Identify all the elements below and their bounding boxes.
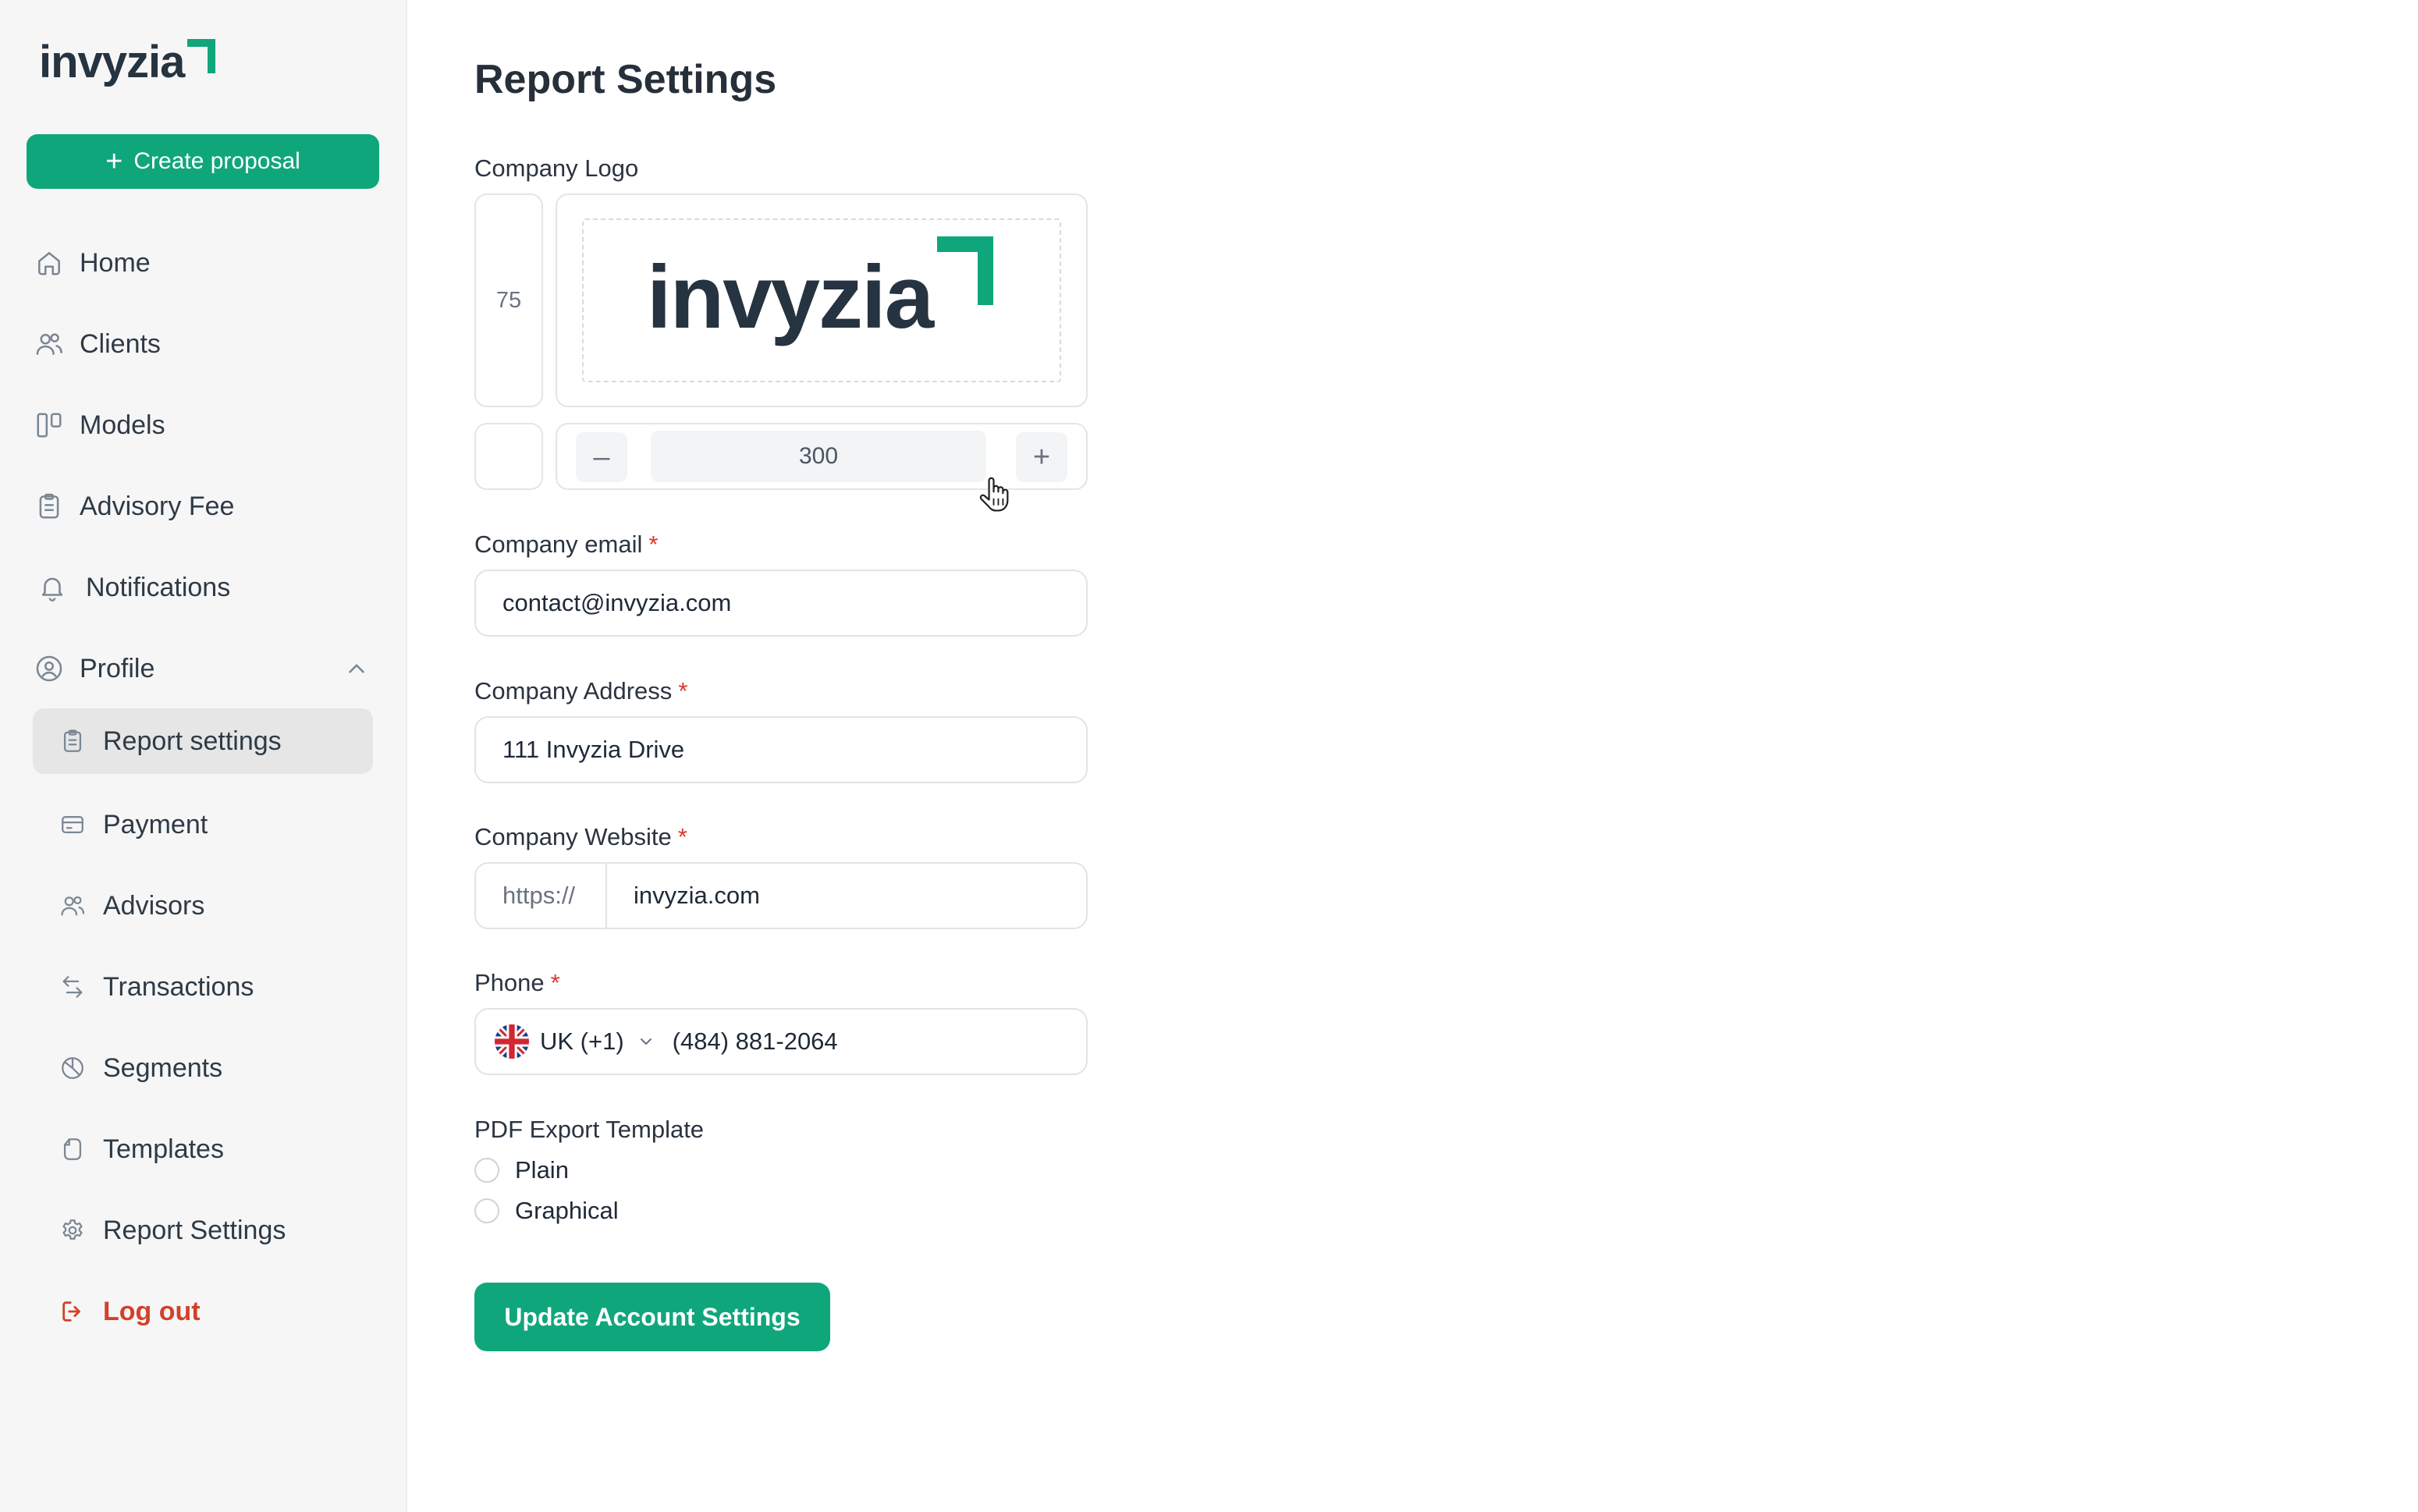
sidebar-item-label: Clients [80,328,161,359]
company-website-label: Company Website * [474,823,687,850]
sidebar-item-report-settings[interactable]: Report settings [33,708,373,774]
increment-button[interactable]: + [1016,432,1067,482]
sidebar-item-label: Transactions [103,971,254,1002]
company-logo-mark [937,236,994,305]
plus-icon: + [105,145,123,178]
country-code-select[interactable]: UK (+1) [476,1024,655,1059]
user-circle-icon [33,652,66,685]
sidebar-item-templates[interactable]: Templates [33,1123,373,1175]
logo-side-spacer [474,423,543,490]
sidebar-item-label: Segments [103,1052,223,1083]
update-account-settings-button[interactable]: Update Account Settings [474,1283,830,1351]
sidebar-item-label: Templates [103,1134,224,1164]
phone-number-value: (484) 881-2064 [672,1028,838,1055]
sidebar-item-label: Report Settings [103,1215,286,1245]
radio-button[interactable] [474,1158,499,1183]
logo-height-text: 75 [495,287,522,313]
chevron-up-icon[interactable] [343,655,370,682]
company-address-label: Company Address * [474,677,688,705]
country-code-value: UK (+1) [540,1028,624,1055]
sidebar-item-models[interactable]: Models [33,399,373,451]
radio-option-graphical[interactable]: Graphical [474,1197,619,1225]
required-marker: * [678,677,688,705]
sidebar-item-segments[interactable]: Segments [33,1042,373,1094]
company-website-value: invyzia.com [634,882,760,909]
required-marker: * [677,823,687,850]
website-prefix: https:// [476,864,607,928]
company-logo-text: invyzia [646,248,934,347]
file-icon [58,1134,87,1164]
phone-label: Phone * [474,969,560,996]
submit-label: Update Account Settings [504,1302,801,1331]
gear-icon [58,1216,87,1245]
create-proposal-button[interactable]: + Create proposal [27,134,379,189]
decrement-button[interactable]: – [576,432,627,482]
radio-label: Graphical [515,1197,619,1224]
users-icon [58,891,87,921]
logout-label: Log out [103,1296,201,1326]
page-title: Report Settings [474,57,777,102]
arrows-icon [58,972,87,1002]
company-logo-image: invyzia [646,236,996,347]
sidebar-item-label: Notifications [86,572,231,602]
company-address-field[interactable]: 111 Invyzia Drive [474,716,1088,783]
sidebar-item-profile[interactable]: Profile [33,643,373,694]
create-proposal-label: Create proposal [133,148,300,174]
sidebar-item-label: Models [80,410,165,440]
brand-logo-mark [187,39,216,73]
company-email-field[interactable]: contact@invyzia.com [474,570,1088,637]
sidebar-item-report-settings-2[interactable]: Report Settings [33,1205,373,1256]
pdf-template-label: PDF Export Template [474,1116,705,1143]
sidebar-item-advisory-fee[interactable]: Advisory Fee [33,481,373,532]
sidebar-item-label: Advisors [103,890,205,921]
phone-field[interactable]: UK (+1) (484) 881-2064 [474,1008,1088,1075]
logo-dropzone[interactable]: invyzia [582,218,1061,382]
sidebar-item-payment[interactable]: Payment [33,799,373,850]
logo-height-value[interactable]: 75 [474,193,543,407]
sidebar-item-label: Home [80,247,151,278]
sidebar-item-label: Payment [103,809,208,839]
bell-icon [33,571,72,604]
brand-logo-text: invyzia [39,37,185,87]
company-email-value: contact@invyzia.com [502,589,732,616]
company-website-field[interactable]: https:// invyzia.com [474,862,1088,929]
radio-button[interactable] [474,1198,499,1223]
logout-icon [58,1297,87,1326]
sidebar-item-transactions[interactable]: Transactions [33,961,373,1013]
columns-icon [33,409,66,442]
company-address-value: 111 Invyzia Drive [502,736,685,763]
uk-flag-icon [495,1024,529,1059]
pie-icon [58,1053,87,1083]
required-marker: * [648,531,659,558]
company-email-label: Company email * [474,531,659,558]
logo-preview[interactable]: invyzia [556,193,1088,407]
sidebar-item-notifications[interactable]: Notifications [33,562,373,613]
brand-logo[interactable]: invyzia [39,39,217,86]
card-icon [58,810,87,839]
radio-label: Plain [515,1156,569,1184]
clipboard-icon [33,490,66,523]
company-logo-label: Company Logo [474,154,639,182]
required-marker: * [550,969,560,996]
sidebar-item-label: Profile [80,653,155,683]
logo-width-value[interactable]: 300 [651,431,986,482]
sidebar-item-advisors[interactable]: Advisors [33,880,373,932]
sidebar-item-label: Report settings [103,726,282,756]
users-icon [33,328,66,360]
sidebar-item-clients[interactable]: Clients [33,318,373,370]
sidebar-item-home[interactable]: Home [33,237,373,289]
home-icon [33,247,66,279]
clipboard-icon [58,726,87,756]
minus-icon: – [593,440,610,474]
hand-cursor-icon [979,477,1009,512]
sidebar-item-label: Advisory Fee [80,491,235,521]
sidebar: invyzia + Create proposal Home Clients M… [0,0,407,1512]
chevron-down-icon [640,1038,652,1045]
radio-option-plain[interactable]: Plain [474,1156,569,1184]
plus-icon: + [1032,440,1051,474]
sidebar-item-logout[interactable]: Log out [33,1286,373,1337]
